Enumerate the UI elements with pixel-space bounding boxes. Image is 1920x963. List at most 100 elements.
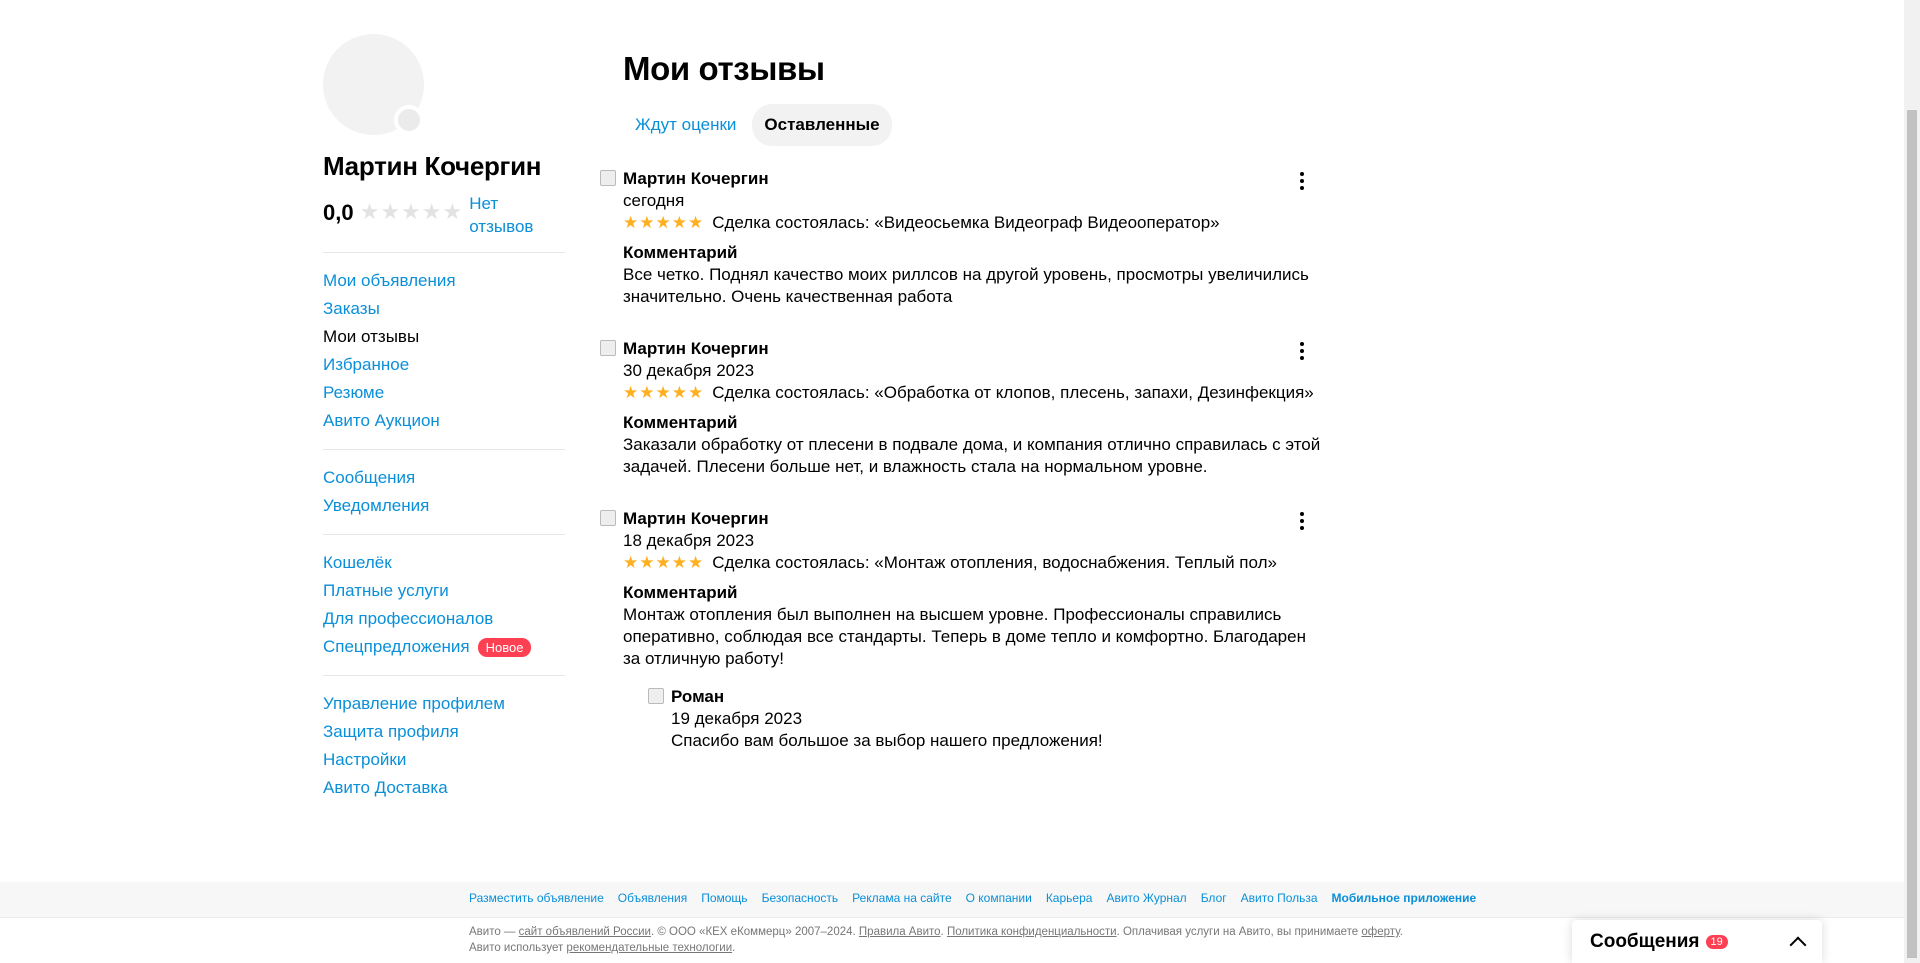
legal-link-privacy[interactable]: Политика конфиденциальности bbox=[947, 926, 1117, 938]
comment-text: Заказали обработку от плесени в подвале … bbox=[623, 435, 1321, 476]
footer-link-mobile-app[interactable]: Мобильное приложение bbox=[1332, 891, 1477, 905]
footer-link-blog[interactable]: Блог bbox=[1201, 891, 1227, 905]
legal-link-offer[interactable]: оферту bbox=[1361, 926, 1399, 938]
sidebar-item-paid-services[interactable]: Платные услуги bbox=[323, 577, 565, 605]
more-options-icon[interactable] bbox=[1294, 342, 1310, 360]
legal-link-rules[interactable]: Правила Авито bbox=[859, 926, 941, 938]
sidebar-item-favorites[interactable]: Избранное bbox=[323, 351, 565, 379]
rating-value: 0,0 bbox=[323, 200, 354, 225]
review-item: Мартин Кочергин сегодня ★★★★★ Сделка сос… bbox=[600, 168, 1320, 308]
sidebar-item-profile-protection[interactable]: Защита профиля bbox=[323, 718, 565, 746]
review-item: Мартин Кочергин 30 декабря 2023 ★★★★★ Сд… bbox=[600, 338, 1320, 478]
divider bbox=[323, 534, 565, 535]
tab-left-reviews[interactable]: Оставленные bbox=[752, 104, 892, 146]
legal-text: Авито — bbox=[469, 926, 519, 938]
menu-group-finance: Кошелёк Платные услуги Для профессионало… bbox=[323, 549, 565, 661]
footer-link-post-ad[interactable]: Разместить объявление bbox=[469, 891, 604, 905]
rating-stars-icon: ★★★★★ bbox=[623, 213, 705, 232]
legal-link-recommendation[interactable]: рекомендательные технологии bbox=[566, 942, 732, 954]
scrollbar[interactable] bbox=[1904, 0, 1920, 963]
review-author[interactable]: Мартин Кочергин bbox=[623, 508, 1320, 530]
sidebar-item-my-ads[interactable]: Мои объявления bbox=[323, 267, 565, 295]
profile-name: Мартин Кочергин bbox=[323, 151, 542, 181]
sidebar-item-notifications[interactable]: Уведомления bbox=[323, 492, 565, 520]
scrollbar-thumb[interactable] bbox=[1907, 110, 1917, 958]
review-deal-row: ★★★★★ Сделка состоялась: «Монтаж отоплен… bbox=[623, 552, 1320, 574]
review-deal-text: Сделка состоялась: «Видеосьемка Видеогра… bbox=[712, 213, 1220, 232]
review-tabs: Ждут оценки Оставленные bbox=[623, 104, 1320, 146]
review-deal-text: Сделка состоялась: «Монтаж отопления, во… bbox=[712, 553, 1277, 572]
author-avatar-icon[interactable] bbox=[600, 340, 616, 356]
footer-link-help[interactable]: Помощь bbox=[701, 891, 747, 905]
sidebar-item-label: Спецпредложения bbox=[323, 637, 470, 656]
rating-row: 0,0 ★★★★★ Нет отзывов bbox=[323, 192, 565, 238]
messenger-widget[interactable]: Сообщения 19 bbox=[1572, 920, 1822, 963]
legal-link-site[interactable]: сайт объявлений России bbox=[519, 926, 651, 938]
reply-avatar-icon[interactable] bbox=[648, 688, 664, 704]
author-avatar-icon[interactable] bbox=[600, 170, 616, 186]
sidebar-item-auction[interactable]: Авито Аукцион bbox=[323, 407, 565, 435]
no-reviews-link[interactable]: Нет отзывов bbox=[469, 192, 539, 238]
sidebar-item-delivery[interactable]: Авито Доставка bbox=[323, 774, 565, 802]
comment-title: Комментарий bbox=[623, 583, 738, 602]
legal-text: . Оплачивая услуги на Авито, вы принимае… bbox=[1116, 926, 1362, 938]
profile-sidebar: Мартин Кочергин 0,0 ★★★★★ Нет отзывов Мо… bbox=[323, 34, 565, 802]
avatar-status-badge bbox=[394, 105, 424, 135]
reply-text: Спасибо вам большое за выбор нашего пред… bbox=[671, 731, 1103, 750]
rating-stars-icon: ★★★★★ bbox=[623, 553, 705, 572]
footer-link-advertising[interactable]: Реклама на сайте bbox=[852, 891, 952, 905]
tab-awaiting-rating[interactable]: Ждут оценки bbox=[623, 104, 748, 146]
comment-title: Комментарий bbox=[623, 243, 738, 262]
chevron-up-icon[interactable] bbox=[1789, 936, 1807, 953]
reviews-main: Мои отзывы Ждут оценки Оставленные Марти… bbox=[600, 50, 1320, 752]
review-date: 30 декабря 2023 bbox=[623, 361, 755, 380]
reply-author[interactable]: Роман bbox=[671, 686, 1320, 708]
author-avatar-icon[interactable] bbox=[600, 510, 616, 526]
review-author[interactable]: Мартин Кочергин bbox=[623, 168, 1320, 190]
comment-title: Комментарий bbox=[623, 413, 738, 432]
avatar[interactable] bbox=[323, 34, 424, 135]
review-deal-row: ★★★★★ Сделка состоялась: «Обработка от к… bbox=[623, 382, 1320, 404]
legal-text: . bbox=[732, 942, 736, 954]
review-date: 18 декабря 2023 bbox=[623, 531, 755, 550]
sidebar-item-my-reviews[interactable]: Мои отзывы bbox=[323, 323, 565, 351]
reply-date: 19 декабря 2023 bbox=[671, 709, 803, 728]
page-title: Мои отзывы bbox=[623, 50, 825, 87]
footer-links: Разместить объявление Объявления Помощь … bbox=[469, 891, 1490, 905]
new-badge: Новое bbox=[477, 637, 532, 657]
sidebar-item-profile-management[interactable]: Управление профилем bbox=[323, 690, 565, 718]
unread-count-badge: 19 bbox=[1705, 934, 1728, 949]
footer-link-avito-benefit[interactable]: Авито Польза bbox=[1241, 891, 1318, 905]
sidebar-item-special-offers[interactable]: Спецпредложения Новое bbox=[323, 633, 565, 661]
comment-text: Монтаж отопления был выполнен на высшем … bbox=[623, 605, 1306, 668]
divider bbox=[323, 252, 565, 253]
seller-reply: Роман 19 декабря 2023 Спасибо вам большо… bbox=[648, 686, 1320, 752]
rating-stars-icon: ★★★★★ bbox=[623, 383, 705, 402]
menu-group-settings: Управление профилем Защита профиля Настр… bbox=[323, 690, 565, 802]
review-author[interactable]: Мартин Кочергин bbox=[623, 338, 1320, 360]
sidebar-item-wallet[interactable]: Кошелёк bbox=[323, 549, 565, 577]
footer-link-career[interactable]: Карьера bbox=[1046, 891, 1093, 905]
footer-link-about[interactable]: О компании bbox=[966, 891, 1032, 905]
menu-group-messages: Сообщения Уведомления bbox=[323, 464, 565, 520]
sidebar-item-resume[interactable]: Резюме bbox=[323, 379, 565, 407]
sidebar-item-settings[interactable]: Настройки bbox=[323, 746, 565, 774]
footer-link-security[interactable]: Безопасность bbox=[762, 891, 839, 905]
menu-group-ads: Мои объявления Заказы Мои отзывы Избранн… bbox=[323, 267, 565, 435]
review-deal-row: ★★★★★ Сделка состоялась: «Видеосьемка Ви… bbox=[623, 212, 1320, 234]
more-options-icon[interactable] bbox=[1294, 512, 1310, 530]
divider bbox=[323, 675, 565, 676]
footer-link-ads[interactable]: Объявления bbox=[618, 891, 687, 905]
messenger-title: Сообщения bbox=[1590, 930, 1700, 952]
review-date: сегодня bbox=[623, 191, 685, 210]
footer-link-journal[interactable]: Авито Журнал bbox=[1106, 891, 1186, 905]
legal-text: . © ООО «КЕХ еКоммерц» 2007–2024. bbox=[650, 926, 859, 938]
more-options-icon[interactable] bbox=[1294, 172, 1310, 190]
sidebar-item-messages[interactable]: Сообщения bbox=[323, 464, 565, 492]
sidebar-item-orders[interactable]: Заказы bbox=[323, 295, 565, 323]
comment-text: Все четко. Поднял качество моих риллсов … bbox=[623, 265, 1309, 306]
review-deal-text: Сделка состоялась: «Обработка от клопов,… bbox=[712, 383, 1314, 402]
sidebar-item-for-pros[interactable]: Для профессионалов bbox=[323, 605, 565, 633]
rating-stars-icon: ★★★★★ bbox=[359, 199, 464, 224]
footer-legal-text: Авито — сайт объявлений России. © ООО «К… bbox=[469, 924, 1429, 956]
